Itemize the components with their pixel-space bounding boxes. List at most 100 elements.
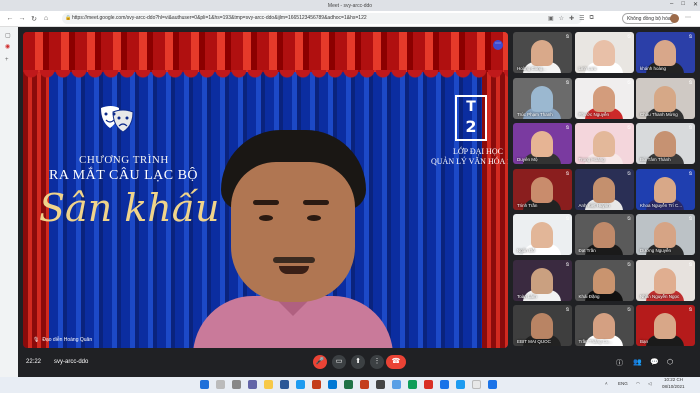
word-icon[interactable]: [280, 380, 289, 389]
tray-lang[interactable]: ENG: [618, 381, 628, 386]
participant-tile[interactable]: ⍉ Trần Thắng Cu...: [574, 305, 634, 346]
app-icon[interactable]: [456, 380, 465, 389]
favorites-icon[interactable]: ☰: [579, 15, 584, 22]
participant-tile[interactable]: ⍉ Khải Đặng: [574, 259, 634, 301]
camera-toggle-button[interactable]: ▭: [332, 355, 346, 369]
browser-menu-icon[interactable]: ⋯: [685, 14, 691, 21]
participant-tile[interactable]: ⍉ Hoàng Công...: [513, 32, 572, 73]
participant-tile[interactable]: ⍉ Nhân Nguyễn Ngọc: [636, 259, 695, 301]
sync-profile-button[interactable]: Không đồng bộ hóa: [622, 13, 676, 24]
muted-mic-icon: ⍉: [688, 34, 692, 40]
muted-mic-icon: ⍉: [688, 216, 692, 222]
class-logo: T 2: [455, 95, 487, 141]
extensions-icon[interactable]: ✚: [569, 15, 574, 22]
participant-figure: [654, 40, 676, 66]
camera-icon[interactable]: ▣: [548, 15, 554, 22]
maximize-icon[interactable]: □: [681, 1, 685, 8]
leave-call-button[interactable]: ☎: [386, 355, 406, 369]
participant-tile[interactable]: ⍉ Trọng Hoàng: [574, 123, 634, 164]
app-icon[interactable]: [360, 380, 369, 389]
participant-tile[interactable]: ⍉ Toàn Lâm: [513, 259, 572, 301]
participant-tile[interactable]: ⍉ Bùi Tâm Thành: [636, 123, 695, 164]
volume-icon[interactable]: ◁: [648, 381, 651, 387]
app-icon[interactable]: [376, 380, 385, 389]
app-icon[interactable]: [424, 380, 433, 389]
participant-name: Trọng Hoàng: [578, 157, 605, 162]
activities-icon[interactable]: ⬡: [667, 358, 673, 366]
info-icon[interactable]: ⓘ: [616, 358, 623, 368]
participant-tile[interactable]: ⍉ Khoa Nguyễn Trí C...: [636, 168, 695, 210]
tile-more-options-icon[interactable]: ⋯: [493, 40, 503, 50]
muted-mic-icon: ⍉: [565, 261, 569, 268]
main-video-tile[interactable]: CHƯƠNG TRÌNH RA MẮT CÂU LẠC BỘ Sân khấu …: [23, 32, 508, 348]
tray-time[interactable]: 10:22 CH: [664, 377, 683, 382]
tray-arrow-icon[interactable]: ˄: [605, 381, 608, 386]
participant-name: Dương Nguyễn: [640, 248, 671, 253]
tab-actions-icon[interactable]: ▢: [5, 32, 11, 39]
task-view-icon[interactable]: [232, 380, 241, 389]
participant-tile[interactable]: ⍉ Đạt Trần: [574, 214, 634, 255]
participant-name: Linh Lưu: [578, 66, 597, 71]
minimize-icon[interactable]: –: [670, 1, 673, 8]
star-icon[interactable]: ☆: [559, 15, 564, 22]
app-icon[interactable]: [488, 380, 497, 389]
participant-name: Châu Thanh Mừng: [640, 111, 678, 117]
wifi-icon[interactable]: ◠: [636, 381, 640, 387]
windows-start-icon[interactable]: [200, 380, 209, 389]
edge-icon[interactable]: [296, 380, 305, 389]
more-options-button[interactable]: ⋮: [370, 355, 384, 369]
participant-tile[interactable]: ⍉ Duyên Mộ: [513, 123, 572, 164]
tray-date[interactable]: 08/10/2021: [662, 384, 685, 389]
back-icon[interactable]: ←: [4, 15, 16, 22]
participant-tile[interactable]: ⍉ Trúc Phạm Thanh: [513, 77, 572, 119]
people-icon[interactable]: 👥: [633, 358, 642, 366]
chat-icon[interactable]: 💬: [650, 358, 659, 366]
app-icon[interactable]: [440, 380, 449, 389]
participant-tile[interactable]: ⍉ khánh hoàng: [636, 32, 695, 73]
profile-avatar[interactable]: [670, 14, 679, 23]
curtain-top: [23, 32, 508, 80]
powerpoint-icon[interactable]: [312, 380, 321, 389]
participant-tile[interactable]: ⍉ Châu Thanh Mừng: [636, 77, 695, 119]
excel-icon[interactable]: [344, 380, 353, 389]
file-explorer-icon[interactable]: [264, 380, 273, 389]
present-button[interactable]: ⬆: [351, 355, 365, 369]
reload-icon[interactable]: ↻: [28, 15, 40, 23]
participant-figure: [592, 40, 615, 66]
participant-tile[interactable]: ⍉ Anh Kiệt Huỳnh: [574, 168, 634, 210]
store-icon[interactable]: [328, 380, 337, 389]
url-field[interactable]: 🔒 https://meet.google.com/svy-arcc-ddo?h…: [62, 13, 582, 24]
close-icon[interactable]: ✕: [693, 1, 698, 8]
mic-toggle-button[interactable]: 🎤: [313, 355, 327, 369]
participant-tile[interactable]: ⍉ Phước Nguyễn: [574, 77, 634, 119]
participant-figure: [654, 176, 676, 203]
chrome-icon[interactable]: [472, 380, 481, 389]
participant-figure: [531, 176, 553, 203]
participant-tile[interactable]: ⍉ Linh Lưu: [574, 32, 634, 73]
teams-icon[interactable]: [248, 380, 257, 389]
participant-name: Ngân Đỗ: [517, 248, 535, 253]
muted-mic-icon: ⍉: [688, 307, 692, 313]
participant-figure: [592, 267, 615, 294]
participant-figure: [654, 313, 676, 339]
participant-tile[interactable]: ⍉ Trinh Trần: [513, 168, 572, 210]
participant-tile[interactable]: ⍉ EBIT MAI QUOC: [513, 305, 572, 346]
participant-tile[interactable]: ⍉ Bạn: [636, 305, 695, 346]
search-icon[interactable]: [216, 380, 225, 389]
collections-icon[interactable]: ⧉: [589, 15, 593, 22]
app-icon[interactable]: [392, 380, 401, 389]
recording-icon[interactable]: ◉: [5, 43, 10, 50]
participant-name: Duyên Mộ: [517, 157, 538, 162]
participant-tile[interactable]: ⍉ Dương Nguyễn: [636, 214, 695, 255]
home-icon[interactable]: ⌂: [40, 15, 52, 22]
participant-tile[interactable]: ⍉ Ngân Đỗ: [513, 214, 572, 255]
url-text: https://meet.google.com/svy-arcc-ddo?hl=…: [72, 15, 367, 21]
window-controls: – □ ✕: [670, 1, 698, 8]
program-title-line2: RA MẮT CÂU LẠC BỘ: [49, 168, 199, 183]
muted-mic-icon: ⍉: [565, 216, 569, 222]
muted-mic-icon: ⍉: [627, 261, 631, 268]
app-icon[interactable]: [408, 380, 417, 389]
forward-icon[interactable]: →: [16, 15, 28, 22]
muted-mic-icon: ⍉: [688, 261, 692, 268]
add-icon[interactable]: +: [5, 57, 9, 63]
